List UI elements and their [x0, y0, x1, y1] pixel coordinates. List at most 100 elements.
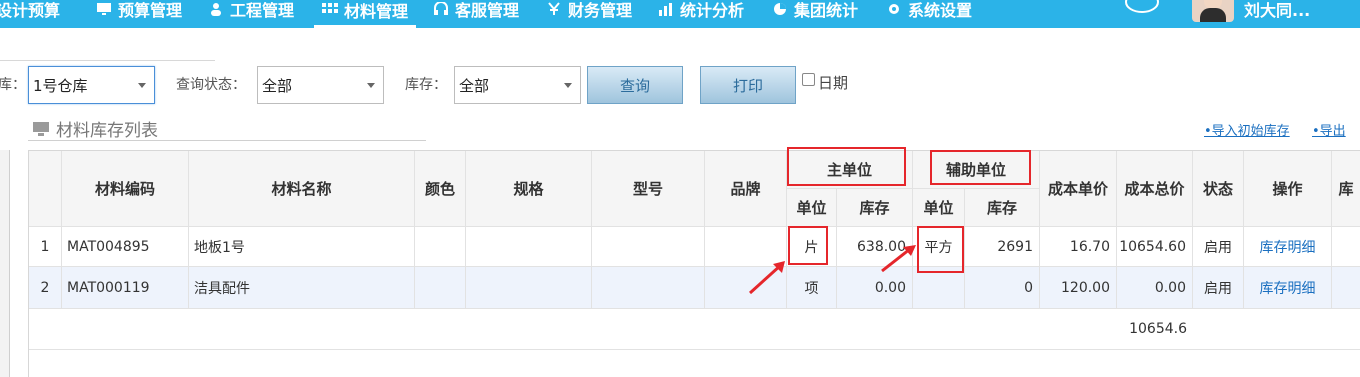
nav-item-system-settings[interactable]: 系统设置	[886, 0, 972, 24]
header-brand[interactable]: 品牌	[705, 151, 787, 227]
divider	[0, 60, 215, 61]
nav-label: 系统设置	[908, 1, 973, 20]
header-color[interactable]: 颜色	[415, 151, 466, 227]
avatar[interactable]	[1192, 0, 1234, 22]
section-title-text: 材料库存列表	[56, 121, 158, 141]
row-model	[592, 267, 705, 309]
annotation-arrow	[881, 245, 916, 273]
header-aux-unit[interactable]: 单位	[913, 189, 965, 227]
header-name[interactable]: 材料名称	[189, 151, 415, 227]
header-extra: 库	[1332, 151, 1360, 227]
yen-icon	[546, 2, 562, 16]
stock-value: 全部	[459, 76, 490, 95]
row-name: 地板1号	[189, 227, 415, 267]
nav-item-statistics[interactable]: 统计分析	[658, 0, 744, 24]
query-status-select[interactable]: 全部	[257, 66, 384, 104]
row-extra	[1332, 227, 1360, 267]
chevron-down-icon	[564, 83, 572, 88]
total-cost: 10654.6	[1117, 309, 1193, 350]
date-checkbox[interactable]	[802, 73, 815, 86]
nav-label: 统计分析	[680, 1, 745, 20]
header-cost-unit[interactable]: 成本单价	[1040, 151, 1117, 227]
gear-icon	[886, 2, 902, 16]
row-unit: 项	[787, 267, 837, 309]
nav-item-customer-service[interactable]: 客服管理	[433, 0, 519, 24]
row-cost-total: 10654.60	[1117, 227, 1193, 267]
pie-chart-icon	[772, 2, 788, 16]
print-button[interactable]: 打印	[700, 66, 796, 104]
row-code: MAT004895	[62, 227, 189, 267]
row-aux-stock: 2691	[965, 227, 1040, 267]
header-action: 操作	[1244, 151, 1332, 227]
nav-label: 设计预算	[0, 1, 61, 20]
monitor-icon	[96, 2, 112, 16]
users-icon	[208, 2, 224, 16]
user-name[interactable]: 刘大同...	[1244, 0, 1310, 24]
top-nav: 设计预算 预算管理 工程管理 材料管理 客服管理 财务管理 统计分析 集团统计 …	[0, 0, 1360, 28]
stock-detail-link[interactable]: 库存明细	[1244, 227, 1332, 267]
row-index: 1	[29, 227, 62, 267]
nav-item-project-management[interactable]: 工程管理	[208, 0, 294, 24]
header-cost-total[interactable]: 成本总价	[1117, 151, 1193, 227]
nav-item-design-budget[interactable]: 设计预算	[0, 0, 60, 24]
nav-item-group-statistics[interactable]: 集团统计	[772, 0, 858, 24]
header-status[interactable]: 状态	[1193, 151, 1244, 227]
export-link[interactable]: •导出	[1312, 120, 1346, 139]
row-index: 2	[29, 267, 62, 309]
annotation-box-aux-unit-value	[917, 226, 964, 273]
row-name: 洁具配件	[189, 267, 415, 309]
row-extra	[1332, 267, 1360, 309]
warehouse-label: 库：	[0, 77, 26, 93]
nav-label: 预算管理	[118, 1, 183, 20]
row-cost-unit: 16.70	[1040, 227, 1117, 267]
total-row-right	[1193, 309, 1360, 350]
query-status-label: 查询状态：	[176, 77, 246, 93]
query-status-value: 全部	[262, 76, 293, 95]
header-unit[interactable]: 单位	[787, 189, 837, 227]
import-initial-stock-link[interactable]: •导入初始库存	[1204, 120, 1290, 139]
nav-item-finance[interactable]: 财务管理	[546, 0, 632, 24]
stock-detail-link[interactable]: 库存明细	[1244, 267, 1332, 309]
row-color	[415, 267, 466, 309]
headset-icon	[433, 2, 449, 16]
message-icon[interactable]	[1122, 0, 1162, 16]
material-stock-table: 材料编码 材料名称 颜色 规格 型号 品牌 主单位 辅助单位 单位 库存 单位 …	[28, 150, 1360, 377]
row-code: MAT000119	[62, 267, 189, 309]
nav-label: 客服管理	[455, 1, 520, 20]
row-spec	[466, 227, 592, 267]
total-row-left	[29, 309, 1117, 350]
annotation-box-aux-unit	[930, 150, 1031, 185]
grid-icon	[322, 2, 338, 17]
section-underline	[28, 140, 426, 141]
header-model[interactable]: 型号	[592, 151, 705, 227]
header-aux-stock[interactable]: 库存	[965, 189, 1040, 227]
monitor-icon	[32, 121, 50, 137]
annotation-box-unit-value	[788, 226, 828, 265]
warehouse-select[interactable]: 1号仓库	[28, 66, 155, 104]
header-stock[interactable]: 库存	[837, 189, 913, 227]
section-title: 材料库存列表	[32, 116, 158, 141]
header-spec[interactable]: 规格	[466, 151, 592, 227]
row-status: 启用	[1193, 267, 1244, 309]
nav-item-budget-management[interactable]: 预算管理	[96, 0, 182, 24]
date-checkbox-label: 日期	[818, 74, 849, 92]
nav-item-material-management[interactable]: 材料管理	[314, 0, 417, 28]
chevron-down-icon	[367, 83, 375, 88]
nav-label: 材料管理	[344, 1, 409, 21]
row-aux-stock: 0	[965, 267, 1040, 309]
row-cost-unit: 120.00	[1040, 267, 1117, 309]
header-index	[29, 151, 62, 227]
nav-label: 集团统计	[794, 1, 859, 20]
warehouse-value: 1号仓库	[33, 76, 88, 95]
header-code[interactable]: 材料编码	[62, 151, 189, 227]
stock-select[interactable]: 全部	[454, 66, 581, 104]
scrollbar[interactable]	[0, 150, 10, 377]
chevron-down-icon	[138, 83, 146, 88]
annotation-arrow	[748, 261, 785, 295]
row-aux-unit	[913, 267, 965, 309]
annotation-box-main-unit	[787, 147, 906, 186]
query-button[interactable]: 查询	[587, 66, 683, 104]
row-model	[592, 227, 705, 267]
nav-label: 工程管理	[230, 1, 295, 20]
bar-chart-icon	[658, 2, 674, 16]
